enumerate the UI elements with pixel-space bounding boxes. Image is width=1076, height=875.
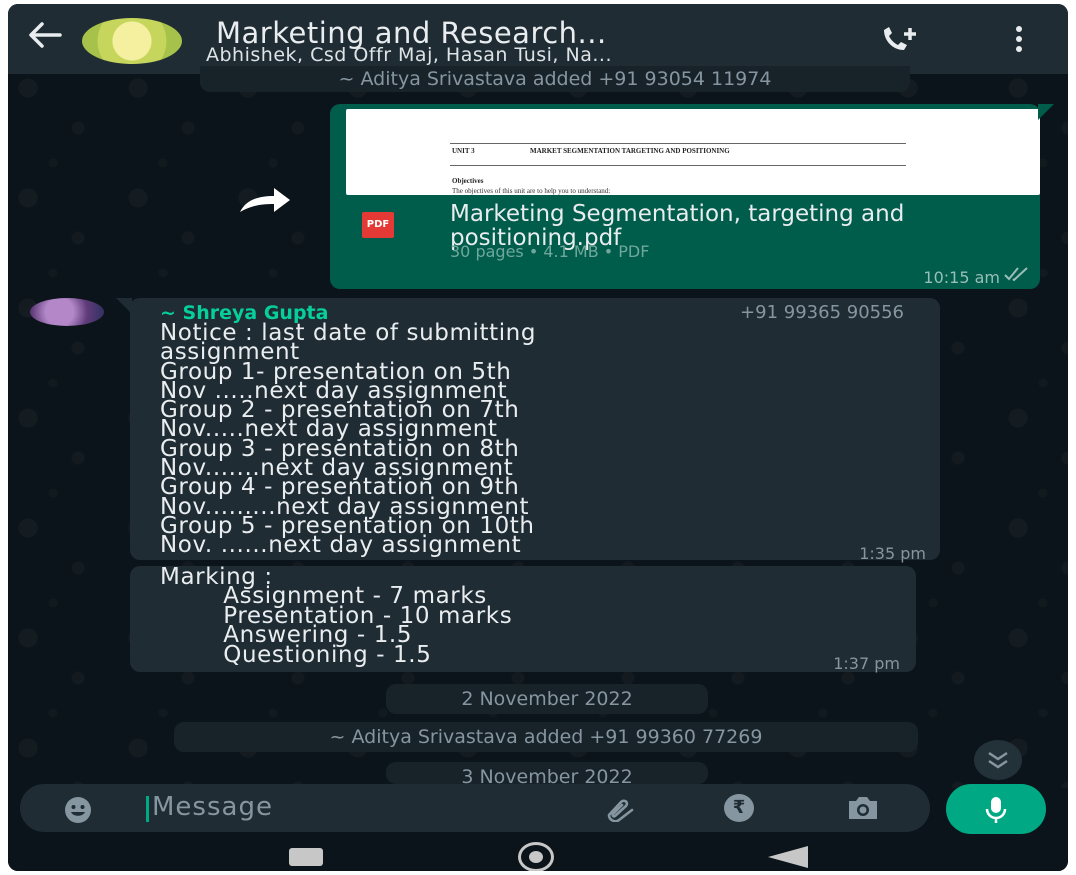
group-members[interactable]: Abhishek, Csd Offr Maj, Hasan Tusi, Na..… xyxy=(206,44,612,66)
incoming-message-marking[interactable]: Marking : Assignment - 7 marks Presentat… xyxy=(130,565,916,673)
nav-back-button[interactable] xyxy=(768,846,808,868)
mic-icon xyxy=(985,797,1007,823)
mic-button[interactable] xyxy=(946,784,1046,834)
chat-header: Marketing and Research... Abhishek, Csd … xyxy=(8,4,1068,74)
preview-unit: UNIT 3 xyxy=(452,147,475,155)
sender-avatar[interactable] xyxy=(30,298,104,326)
message-text: Marking : Assignment - 7 marks Presentat… xyxy=(160,565,512,668)
attach-icon[interactable] xyxy=(602,796,636,826)
camera-icon[interactable] xyxy=(846,794,880,826)
message-time: 1:35 pm xyxy=(859,544,926,563)
document-rule xyxy=(450,165,906,166)
system-message-added: ~ Aditya Srivastava added +91 93054 1197… xyxy=(200,66,910,92)
group-avatar[interactable] xyxy=(82,18,182,64)
whatsapp-screen: Marketing and Research... Abhishek, Csd … xyxy=(8,4,1068,871)
document-preview[interactable]: UNIT 3 MARKET SEGMENTATION TARGETING AND… xyxy=(346,109,1040,195)
message-text: Notice : last date of submitting assignm… xyxy=(160,321,536,559)
menu-dots-icon[interactable] xyxy=(1014,26,1024,56)
text-caret xyxy=(146,796,149,822)
home-button[interactable] xyxy=(518,842,554,871)
forward-icon[interactable] xyxy=(236,186,292,218)
recents-button[interactable] xyxy=(289,848,323,866)
double-check-icon xyxy=(1004,266,1030,286)
preview-heading: MARKET SEGMENTATION TARGETING AND POSITI… xyxy=(530,147,730,155)
message-input-bar[interactable]: Message ₹ xyxy=(20,784,930,832)
system-message-added: ~ Aditya Srivastava added +91 99360 7726… xyxy=(174,722,918,752)
document-meta: 30 pages • 4.1 MB • PDF xyxy=(450,242,650,261)
pdf-icon: PDF xyxy=(362,212,394,238)
preview-text: The objectives of this unit are to help … xyxy=(452,187,611,195)
message-line: Questioning - 1.5 xyxy=(160,641,432,668)
rupee-icon[interactable]: ₹ xyxy=(724,794,754,822)
chevron-double-down-icon[interactable] xyxy=(974,740,1022,780)
emoji-icon[interactable] xyxy=(64,796,92,828)
call-add-icon[interactable] xyxy=(880,26,918,58)
date-separator: 2 November 2022 xyxy=(386,684,708,714)
date-separator: 3 November 2022 xyxy=(386,762,708,784)
incoming-message-notice[interactable]: ~ Shreya Gupta +91 99365 90556 Notice : … xyxy=(116,298,940,563)
system-nav-bar xyxy=(8,836,1068,871)
back-arrow-icon[interactable] xyxy=(26,20,62,54)
message-time: 1:37 pm xyxy=(833,654,900,673)
sender-phone[interactable]: +91 99365 90556 xyxy=(740,302,904,323)
message-time: 10:15 am xyxy=(923,268,1000,287)
message-line: Nov. ......next day assignment xyxy=(160,532,522,559)
outgoing-document-message[interactable]: UNIT 3 MARKET SEGMENTATION TARGETING AND… xyxy=(330,104,1054,289)
message-input[interactable]: Message xyxy=(152,792,273,822)
document-rule xyxy=(450,143,906,144)
preview-objectives: Objectives xyxy=(452,177,484,185)
